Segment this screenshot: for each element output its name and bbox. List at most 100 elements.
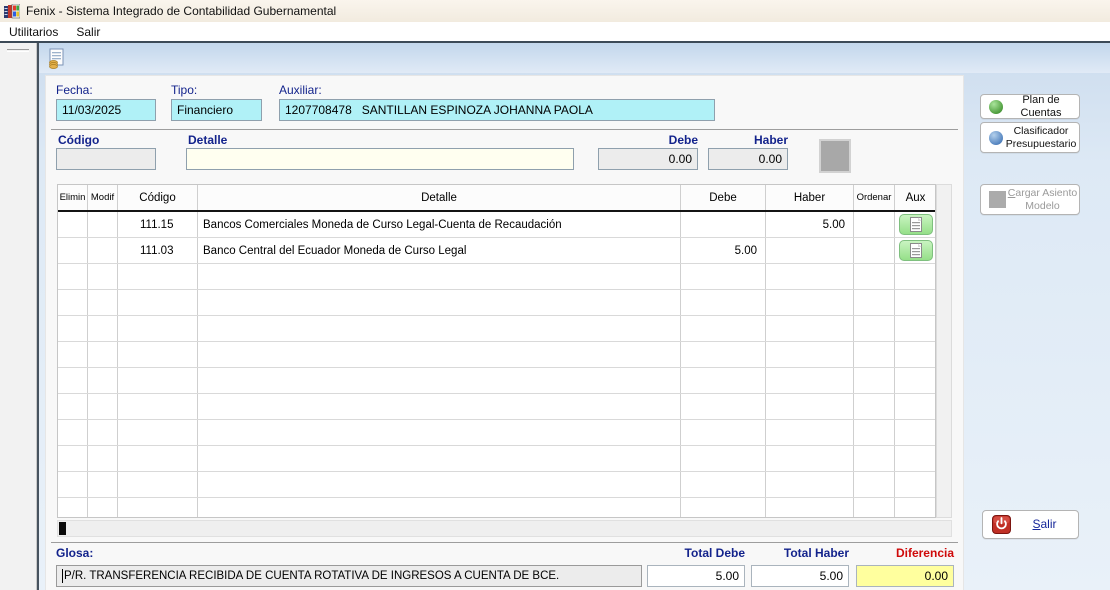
scrollbar-thumb[interactable]	[59, 522, 66, 535]
table-empty-row[interactable]	[58, 290, 935, 316]
entry-codigo-label: Código	[58, 133, 99, 147]
auxiliar-value: 1207708478 SANTILLAN ESPINOZA JOHANNA PA…	[285, 103, 593, 117]
cell-elimin[interactable]	[58, 238, 88, 263]
col-header-detalle[interactable]: Detalle	[198, 185, 681, 210]
cargar-asiento-modelo-button[interactable]: Cargar Asiento Modelo	[980, 184, 1080, 215]
table-row[interactable]: 111.15 Bancos Comerciales Moneda de Curs…	[58, 212, 935, 238]
gray-square-icon	[989, 191, 1006, 208]
glosa-label: Glosa:	[56, 546, 93, 560]
app-window: Fenix - Sistema Integrado de Contabilida…	[0, 0, 1110, 590]
table-cell	[854, 342, 895, 367]
table-cell	[766, 316, 854, 341]
plan-de-cuentas-button[interactable]: Plan de Cuentas	[980, 94, 1080, 119]
blue-sphere-icon	[989, 131, 1003, 145]
cell-modif[interactable]	[88, 238, 118, 263]
cell-elimin[interactable]	[58, 212, 88, 237]
entry-debe-label: Debe	[598, 133, 698, 147]
glosa-input[interactable]: P/R. TRANSFERENCIA RECIBIDA DE CUENTA RO…	[56, 565, 642, 587]
entry-action-button[interactable]	[819, 139, 851, 173]
table-empty-row[interactable]	[58, 446, 935, 472]
table-cell	[854, 264, 895, 289]
menu-salir[interactable]: Salir	[67, 23, 109, 41]
table-cell	[681, 342, 766, 367]
table-cell	[766, 394, 854, 419]
entry-haber-input[interactable]: 0.00	[708, 148, 788, 170]
entry-debe-input[interactable]: 0.00	[598, 148, 698, 170]
cell-ordenar[interactable]	[854, 238, 895, 263]
table-cell	[766, 368, 854, 393]
cell-haber: 5.00	[766, 212, 854, 237]
table-cell	[88, 446, 118, 471]
table-cell	[88, 420, 118, 445]
auxiliar-label: Auxiliar:	[279, 83, 322, 97]
new-entry-document-icon[interactable]	[47, 48, 67, 69]
aux-button[interactable]	[899, 214, 933, 235]
document-lines-icon	[910, 243, 922, 258]
table-cell	[766, 290, 854, 315]
table-empty-row[interactable]	[58, 316, 935, 342]
cell-codigo: 111.15	[118, 212, 198, 237]
table-cell	[88, 264, 118, 289]
table-cell	[854, 420, 895, 445]
col-header-debe[interactable]: Debe	[681, 185, 766, 210]
table-empty-row[interactable]	[58, 368, 935, 394]
table-cell	[88, 342, 118, 367]
table-cell	[58, 498, 88, 518]
table-empty-row[interactable]	[58, 264, 935, 290]
table-cell	[118, 368, 198, 393]
cell-ordenar[interactable]	[854, 212, 895, 237]
col-header-codigo[interactable]: Código	[118, 185, 198, 210]
col-header-aux[interactable]: Aux	[895, 185, 936, 210]
table-cell	[766, 420, 854, 445]
cell-aux	[895, 238, 936, 263]
table-cell	[198, 368, 681, 393]
table-vertical-scrollbar[interactable]	[936, 184, 952, 518]
total-debe-value: 5.00	[716, 569, 739, 583]
table-empty-row[interactable]	[58, 472, 935, 498]
table-cell	[681, 498, 766, 518]
aux-button[interactable]	[899, 240, 933, 261]
table-cell	[198, 394, 681, 419]
glosa-value: P/R. TRANSFERENCIA RECIBIDA DE CUENTA RO…	[64, 570, 559, 582]
salir-button[interactable]: Salir	[982, 510, 1079, 539]
table-empty-row[interactable]	[58, 342, 935, 368]
fecha-input[interactable]: 11/03/2025	[56, 99, 156, 121]
plan-de-cuentas-label: Plan de Cuentas	[1003, 94, 1079, 119]
table-cell	[58, 264, 88, 289]
menu-bar: Utilitarios Salir	[0, 22, 1110, 41]
table-header-row: Elimin Modif Código Detalle Debe Haber O…	[58, 185, 935, 212]
table-horizontal-scrollbar[interactable]	[57, 520, 952, 537]
entry-haber-label: Haber	[708, 133, 788, 147]
col-header-haber[interactable]: Haber	[766, 185, 854, 210]
table-cell	[681, 446, 766, 471]
table-empty-row[interactable]	[58, 420, 935, 446]
table-cell	[766, 446, 854, 471]
table-cell	[88, 316, 118, 341]
entry-codigo-input[interactable]	[56, 148, 156, 170]
dock-grip-handle[interactable]	[7, 49, 29, 52]
left-dock-panel	[0, 43, 37, 590]
total-haber-input: 5.00	[751, 565, 849, 587]
cell-detalle: Banco Central del Ecuador Moneda de Curs…	[198, 238, 681, 263]
table-cell	[118, 342, 198, 367]
tipo-input[interactable]: Financiero	[171, 99, 262, 121]
entries-table: Elimin Modif Código Detalle Debe Haber O…	[57, 184, 936, 518]
table-cell	[895, 498, 936, 518]
clasificador-presupuestario-button[interactable]: Clasificador Presupuestario	[980, 122, 1080, 153]
tipo-label: Tipo:	[171, 83, 197, 97]
col-header-elimin[interactable]: Elimin	[58, 185, 88, 210]
col-header-modif[interactable]: Modif	[88, 185, 118, 210]
cell-debe: 5.00	[681, 238, 766, 263]
table-cell	[681, 394, 766, 419]
auxiliar-input[interactable]: 1207708478 SANTILLAN ESPINOZA JOHANNA PA…	[279, 99, 715, 121]
toolbar	[39, 43, 1110, 73]
cell-modif[interactable]	[88, 212, 118, 237]
entry-detalle-input[interactable]	[186, 148, 574, 170]
table-empty-row[interactable]	[58, 394, 935, 420]
table-row[interactable]: 111.03 Banco Central del Ecuador Moneda …	[58, 238, 935, 264]
col-header-ordenar[interactable]: Ordenar	[854, 185, 895, 210]
table-empty-row[interactable]	[58, 498, 935, 518]
table-cell	[198, 498, 681, 518]
menu-utilitarios[interactable]: Utilitarios	[0, 23, 67, 41]
table-cell	[766, 342, 854, 367]
